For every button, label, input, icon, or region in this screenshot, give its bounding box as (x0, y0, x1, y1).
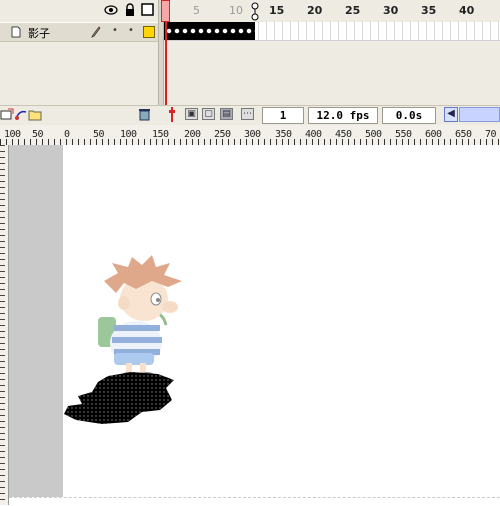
onion-outlines-icon[interactable]: ▢ (202, 108, 215, 120)
frame-number: 25 (345, 4, 361, 17)
lock-dot[interactable]: • (128, 25, 134, 36)
layer-header (0, 0, 158, 22)
frame-number: 35 (421, 4, 437, 17)
frame-number: 40 (459, 4, 475, 17)
visibility-dot[interactable]: • (112, 25, 118, 36)
center-frame-icon[interactable] (167, 107, 177, 122)
keyframe-dots (165, 28, 255, 34)
layer-row[interactable]: 影子 • • (0, 22, 158, 42)
insert-layer-folder-icon[interactable] (28, 108, 42, 121)
frame-number: 15 (269, 4, 285, 17)
add-motion-guide-icon[interactable] (14, 108, 28, 121)
edit-multiple-frames-icon[interactable]: ▤ (220, 108, 233, 120)
pasteboard (9, 145, 63, 505)
vertical-ruler-ticks (0, 145, 5, 505)
playhead[interactable] (161, 0, 170, 22)
scroll-left-button[interactable]: ◀ (444, 107, 458, 122)
elapsed-time-field: 0.0s (382, 107, 436, 124)
shadow-shape[interactable] (62, 370, 180, 428)
layer-page-icon (11, 26, 21, 38)
trash-icon[interactable] (138, 108, 151, 121)
pencil-icon (91, 26, 101, 38)
outline-square-icon[interactable] (141, 3, 154, 16)
onion-marker-icon[interactable] (250, 2, 260, 22)
eye-icon[interactable] (104, 4, 118, 16)
layer-name[interactable]: 影子 (28, 25, 50, 41)
current-frame-field: 1 (262, 107, 304, 124)
frame-area (163, 0, 500, 105)
boy-character-image[interactable] (92, 255, 192, 380)
lock-icon[interactable] (124, 3, 136, 17)
frame-number: 5 (193, 4, 200, 17)
insert-layer-icon[interactable] (0, 108, 14, 121)
onion-skin-icon[interactable]: ▣ (185, 108, 198, 120)
layer-color-swatch[interactable] (143, 26, 155, 38)
frame-number: 30 (383, 4, 399, 17)
modify-markers-icon[interactable]: ⋯ (241, 108, 254, 120)
frame-number: 20 (307, 4, 323, 17)
frame-number: 10 (229, 4, 243, 17)
horizontal-scrollbar[interactable] (459, 107, 500, 122)
frame-rate-field[interactable]: 12.0 fps (308, 107, 378, 124)
